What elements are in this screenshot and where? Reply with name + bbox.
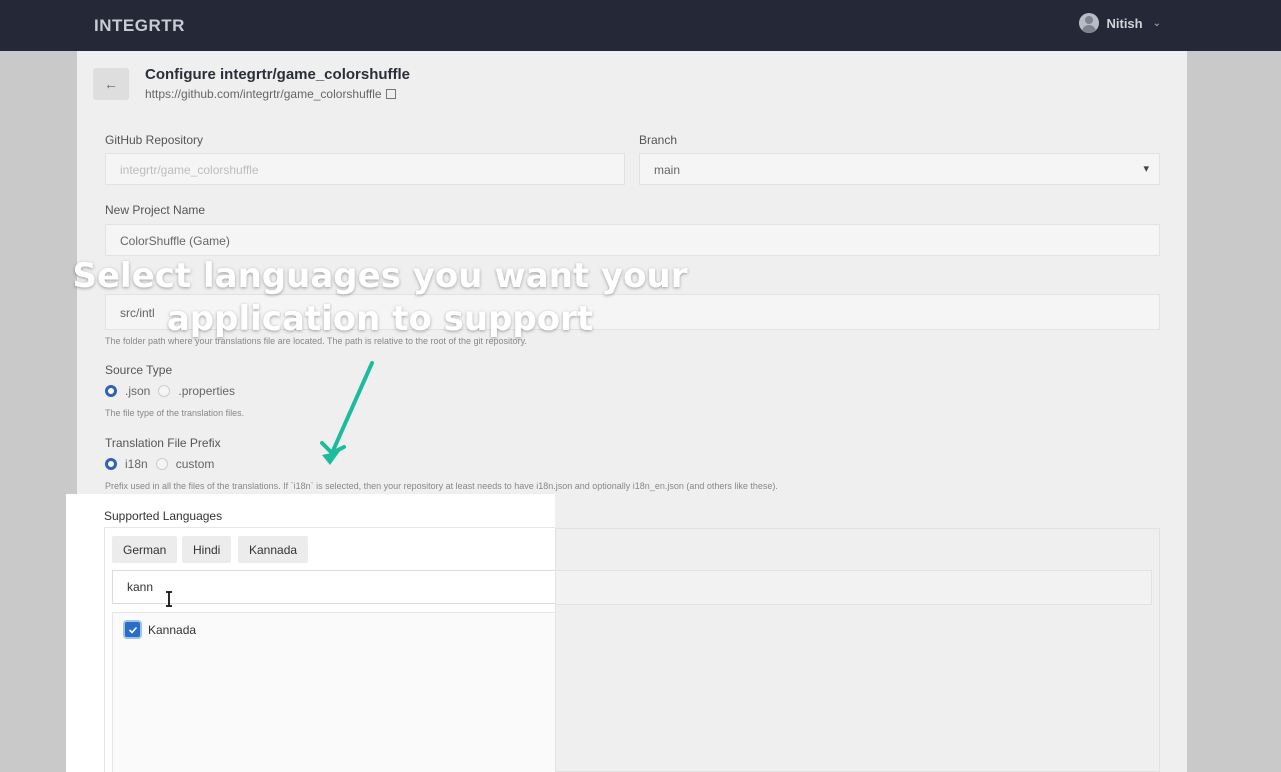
supported-languages-label: Supported Languages <box>104 509 223 523</box>
tutorial-caption-line2: application to support <box>166 299 594 339</box>
radio-json-label: .json <box>125 384 151 398</box>
external-link-icon <box>385 89 396 99</box>
project-name-input[interactable]: ColorShuffle (Game) <box>105 224 1160 256</box>
supported-languages-spotlight: Supported Languages German Hindi Kannada… <box>66 494 555 772</box>
file-prefix-radio-group: i18n custom <box>105 457 214 471</box>
radio-properties[interactable] <box>158 385 171 397</box>
arrow-left-icon: ← <box>104 76 118 92</box>
branch-label: Branch <box>639 133 678 147</box>
tutorial-caption-line1: Select languages you want your <box>72 256 688 296</box>
language-search-input[interactable] <box>112 570 555 604</box>
language-chip-hindi[interactable]: Hindi <box>182 536 232 563</box>
source-type-label: Source Type <box>105 363 173 377</box>
github-repo-field: integrtr/game_colorshuffle <box>105 153 625 185</box>
top-navbar: INTEGRTR Nitish ⌄ <box>0 0 1281 51</box>
user-name: Nitish <box>1106 15 1143 31</box>
back-button[interactable]: ← <box>93 68 129 100</box>
languages-box-faded <box>555 528 1160 772</box>
radio-i18n[interactable] <box>105 458 117 470</box>
file-prefix-label: Translation File Prefix <box>105 436 221 450</box>
radio-properties-label: .properties <box>178 384 236 398</box>
user-menu[interactable]: Nitish ⌄ <box>1079 13 1161 33</box>
page-title: Configure integrtr/game_colorshuffle <box>145 66 411 83</box>
tutorial-arrow-icon <box>320 361 374 465</box>
branch-select[interactable]: main ▾ <box>639 153 1160 185</box>
checkbox-checked-icon[interactable] <box>125 622 140 637</box>
language-option-kannada[interactable]: Kannada <box>125 622 196 637</box>
project-name-label: New Project Name <box>105 203 206 217</box>
chevron-down-icon: ⌄ <box>1152 17 1161 29</box>
language-results-list: Kannada <box>112 612 555 772</box>
language-option-label: Kannada <box>148 622 197 637</box>
file-prefix-hint: Prefix used in all the files of the tran… <box>105 481 778 491</box>
github-repo-label: GitHub Repository <box>105 133 204 147</box>
repo-link[interactable]: https://github.com/integrtr/game_colorsh… <box>145 87 396 101</box>
radio-custom[interactable] <box>155 458 168 470</box>
text-cursor-icon <box>166 591 172 607</box>
repo-url-text: https://github.com/integrtr/game_colorsh… <box>145 87 382 101</box>
language-chip-kannada[interactable]: Kannada <box>238 536 309 563</box>
language-chip-german[interactable]: German <box>112 536 178 563</box>
app-logo[interactable]: INTEGRTR <box>94 16 185 36</box>
chevron-down-icon: ▾ <box>1143 163 1149 175</box>
source-type-radio-group: .json .properties <box>105 384 235 398</box>
radio-custom-label: custom <box>175 457 215 471</box>
radio-i18n-label: i18n <box>125 457 148 471</box>
search-input-faded <box>555 570 1152 605</box>
radio-json[interactable] <box>105 385 117 397</box>
branch-value: main <box>654 163 681 177</box>
source-type-hint: The file type of the translation files. <box>105 408 245 418</box>
avatar-icon <box>1079 13 1100 33</box>
